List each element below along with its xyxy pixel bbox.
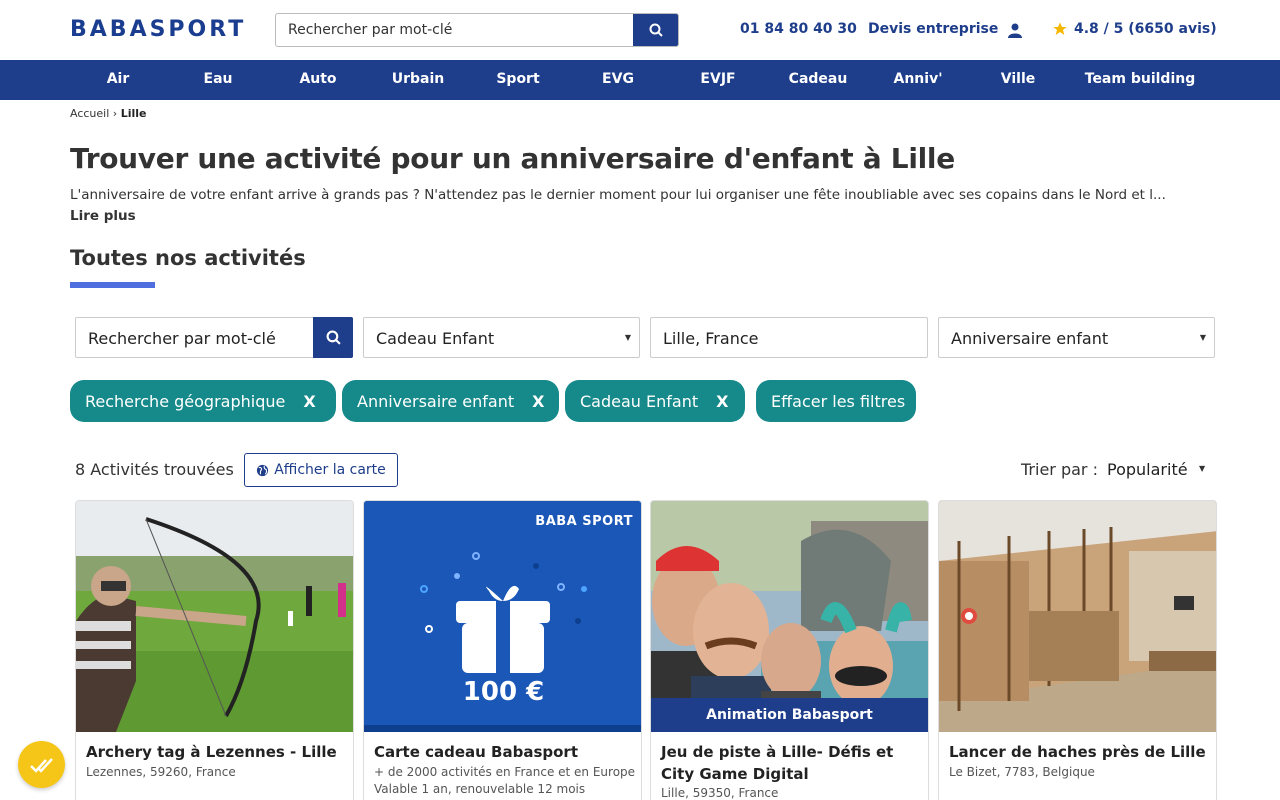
activity-location: Lezennes, 59260, France [86,765,236,779]
filter-search[interactable]: Rechercher par mot-clé [75,317,353,358]
activity-title[interactable]: Lancer de haches près de Lille [949,741,1209,763]
chip-label: Recherche géographique [85,391,286,411]
location-input[interactable]: Lille, France [650,317,928,358]
close-icon[interactable]: X [716,392,728,411]
animation-banner: Animation Babasport [651,698,928,732]
trust-badge-button[interactable] [18,741,65,788]
activity-card[interactable]: Lancer de haches près de Lille Le Bizet,… [938,500,1217,800]
chevron-down-icon[interactable]: ▼ [1199,464,1205,473]
occasion-select[interactable]: Anniversaire enfant ▼ [938,317,1215,358]
star-icon [1053,22,1067,35]
location-input-value: Lille, France [663,329,759,348]
filter-search-button[interactable] [313,317,353,358]
breadcrumb: Accueil › Lille [70,107,146,120]
activity-image[interactable]: Animation Babasport [651,501,928,732]
chip-label: Cadeau Enfant [580,391,699,411]
filter-search-input[interactable]: Rechercher par mot-clé [88,329,276,348]
category-select-value: Cadeau Enfant [376,329,495,348]
rating-text: 4.8 / 5 (6650 avis) [1074,21,1217,37]
close-icon[interactable]: X [303,392,315,411]
site-header: BABASPORT Rechercher par mot-clé 01 84 8… [0,0,1280,60]
breadcrumb-separator: › [109,107,121,120]
section-title: Toutes nos activités [70,246,306,270]
activity-card[interactable]: Archery tag à Lezennes - Lille Lezennes,… [75,500,354,800]
gift-card-amount: 100 € [462,677,545,707]
nav-item-cadeau[interactable]: Cadeau [789,71,848,87]
activity-card[interactable]: Animation Babasport Jeu de piste à Lille… [650,500,929,800]
devis-entreprise-link[interactable]: Devis entreprise [868,21,998,37]
nav-item-team-building[interactable]: Team building [1085,71,1196,87]
phone-link[interactable]: 01 84 80 40 30 [740,21,857,37]
show-map-label: Afficher la carte [274,462,386,478]
activity-image[interactable] [939,501,1216,732]
nav-item-evjf[interactable]: EVJF [700,71,735,87]
header-search-input[interactable]: Rechercher par mot-clé [288,22,452,38]
double-check-icon [29,757,53,773]
nav-item-ville[interactable]: Ville [1001,71,1035,87]
search-icon [326,330,341,345]
sort-label: Trier par : [1021,460,1098,479]
breadcrumb-current: Lille [120,107,147,120]
page-title: Trouver une activité pour un anniversair… [70,142,955,175]
activity-location: Lille, 59350, France [661,786,779,800]
chip-label: Effacer les filtres [771,391,906,411]
chip-cadeau[interactable]: Cadeau Enfant X [565,380,745,422]
nav-item-anniv[interactable]: Anniv' [894,71,943,87]
section-underline [70,282,155,288]
activity-location: + de 2000 activités en France et en Euro… [374,765,636,779]
nav-item-air[interactable]: Air [107,71,130,87]
activity-title[interactable]: Archery tag à Lezennes - Lille [86,741,346,763]
chip-geo[interactable]: Recherche géographique X [70,380,336,422]
main-nav: Air Eau Auto Urbain Sport EVG EVJF Cadea… [0,60,1280,100]
search-icon [649,23,663,37]
site-logo[interactable]: BABASPORT [70,17,246,42]
nav-item-evg[interactable]: EVG [602,71,634,87]
activity-location: Le Bizet, 7783, Belgique [949,765,1095,779]
activity-image[interactable] [76,501,353,732]
category-select[interactable]: Cadeau Enfant ▼ [363,317,640,358]
occasion-select-value: Anniversaire enfant [951,329,1109,348]
close-icon[interactable]: X [532,392,544,411]
page-description: L'anniversaire de votre enfant arrive à … [70,187,1166,203]
activity-title[interactable]: Jeu de piste à Lille- Défis et City Game… [661,741,921,785]
nav-item-urbain[interactable]: Urbain [392,71,445,87]
activity-card[interactable]: BABA SPORT 100 € Carte cadeau Babasport … [363,500,642,800]
header-search[interactable]: Rechercher par mot-clé [275,13,679,47]
show-map-button[interactable]: Afficher la carte [244,453,398,487]
rating-link[interactable]: 4.8 / 5 (6650 avis) [1052,21,1217,37]
gift-card-brand: BABA SPORT [535,514,633,529]
chevron-down-icon: ▼ [624,333,631,342]
nav-item-sport[interactable]: Sport [496,71,539,87]
globe-icon [257,464,269,476]
header-search-button[interactable] [633,14,678,46]
nav-item-eau[interactable]: Eau [204,71,233,87]
activity-title[interactable]: Carte cadeau Babasport [374,741,634,763]
nav-item-auto[interactable]: Auto [299,71,336,87]
read-more-link[interactable]: Lire plus [70,208,136,224]
clear-filters-button[interactable]: Effacer les filtres [756,380,916,422]
results-count: 8 Activités trouvées [75,460,234,479]
chip-anniversaire[interactable]: Anniversaire enfant X [342,380,559,422]
chip-label: Anniversaire enfant [357,391,515,411]
activity-extra: Valable 1 an, renouvelable 12 mois [374,782,586,796]
sort-select[interactable]: Popularité [1107,460,1188,479]
chevron-down-icon: ▼ [1199,333,1206,342]
breadcrumb-home[interactable]: Accueil [70,107,109,120]
activity-image[interactable]: BABA SPORT 100 € [364,501,641,732]
user-account-icon[interactable] [1007,22,1023,42]
